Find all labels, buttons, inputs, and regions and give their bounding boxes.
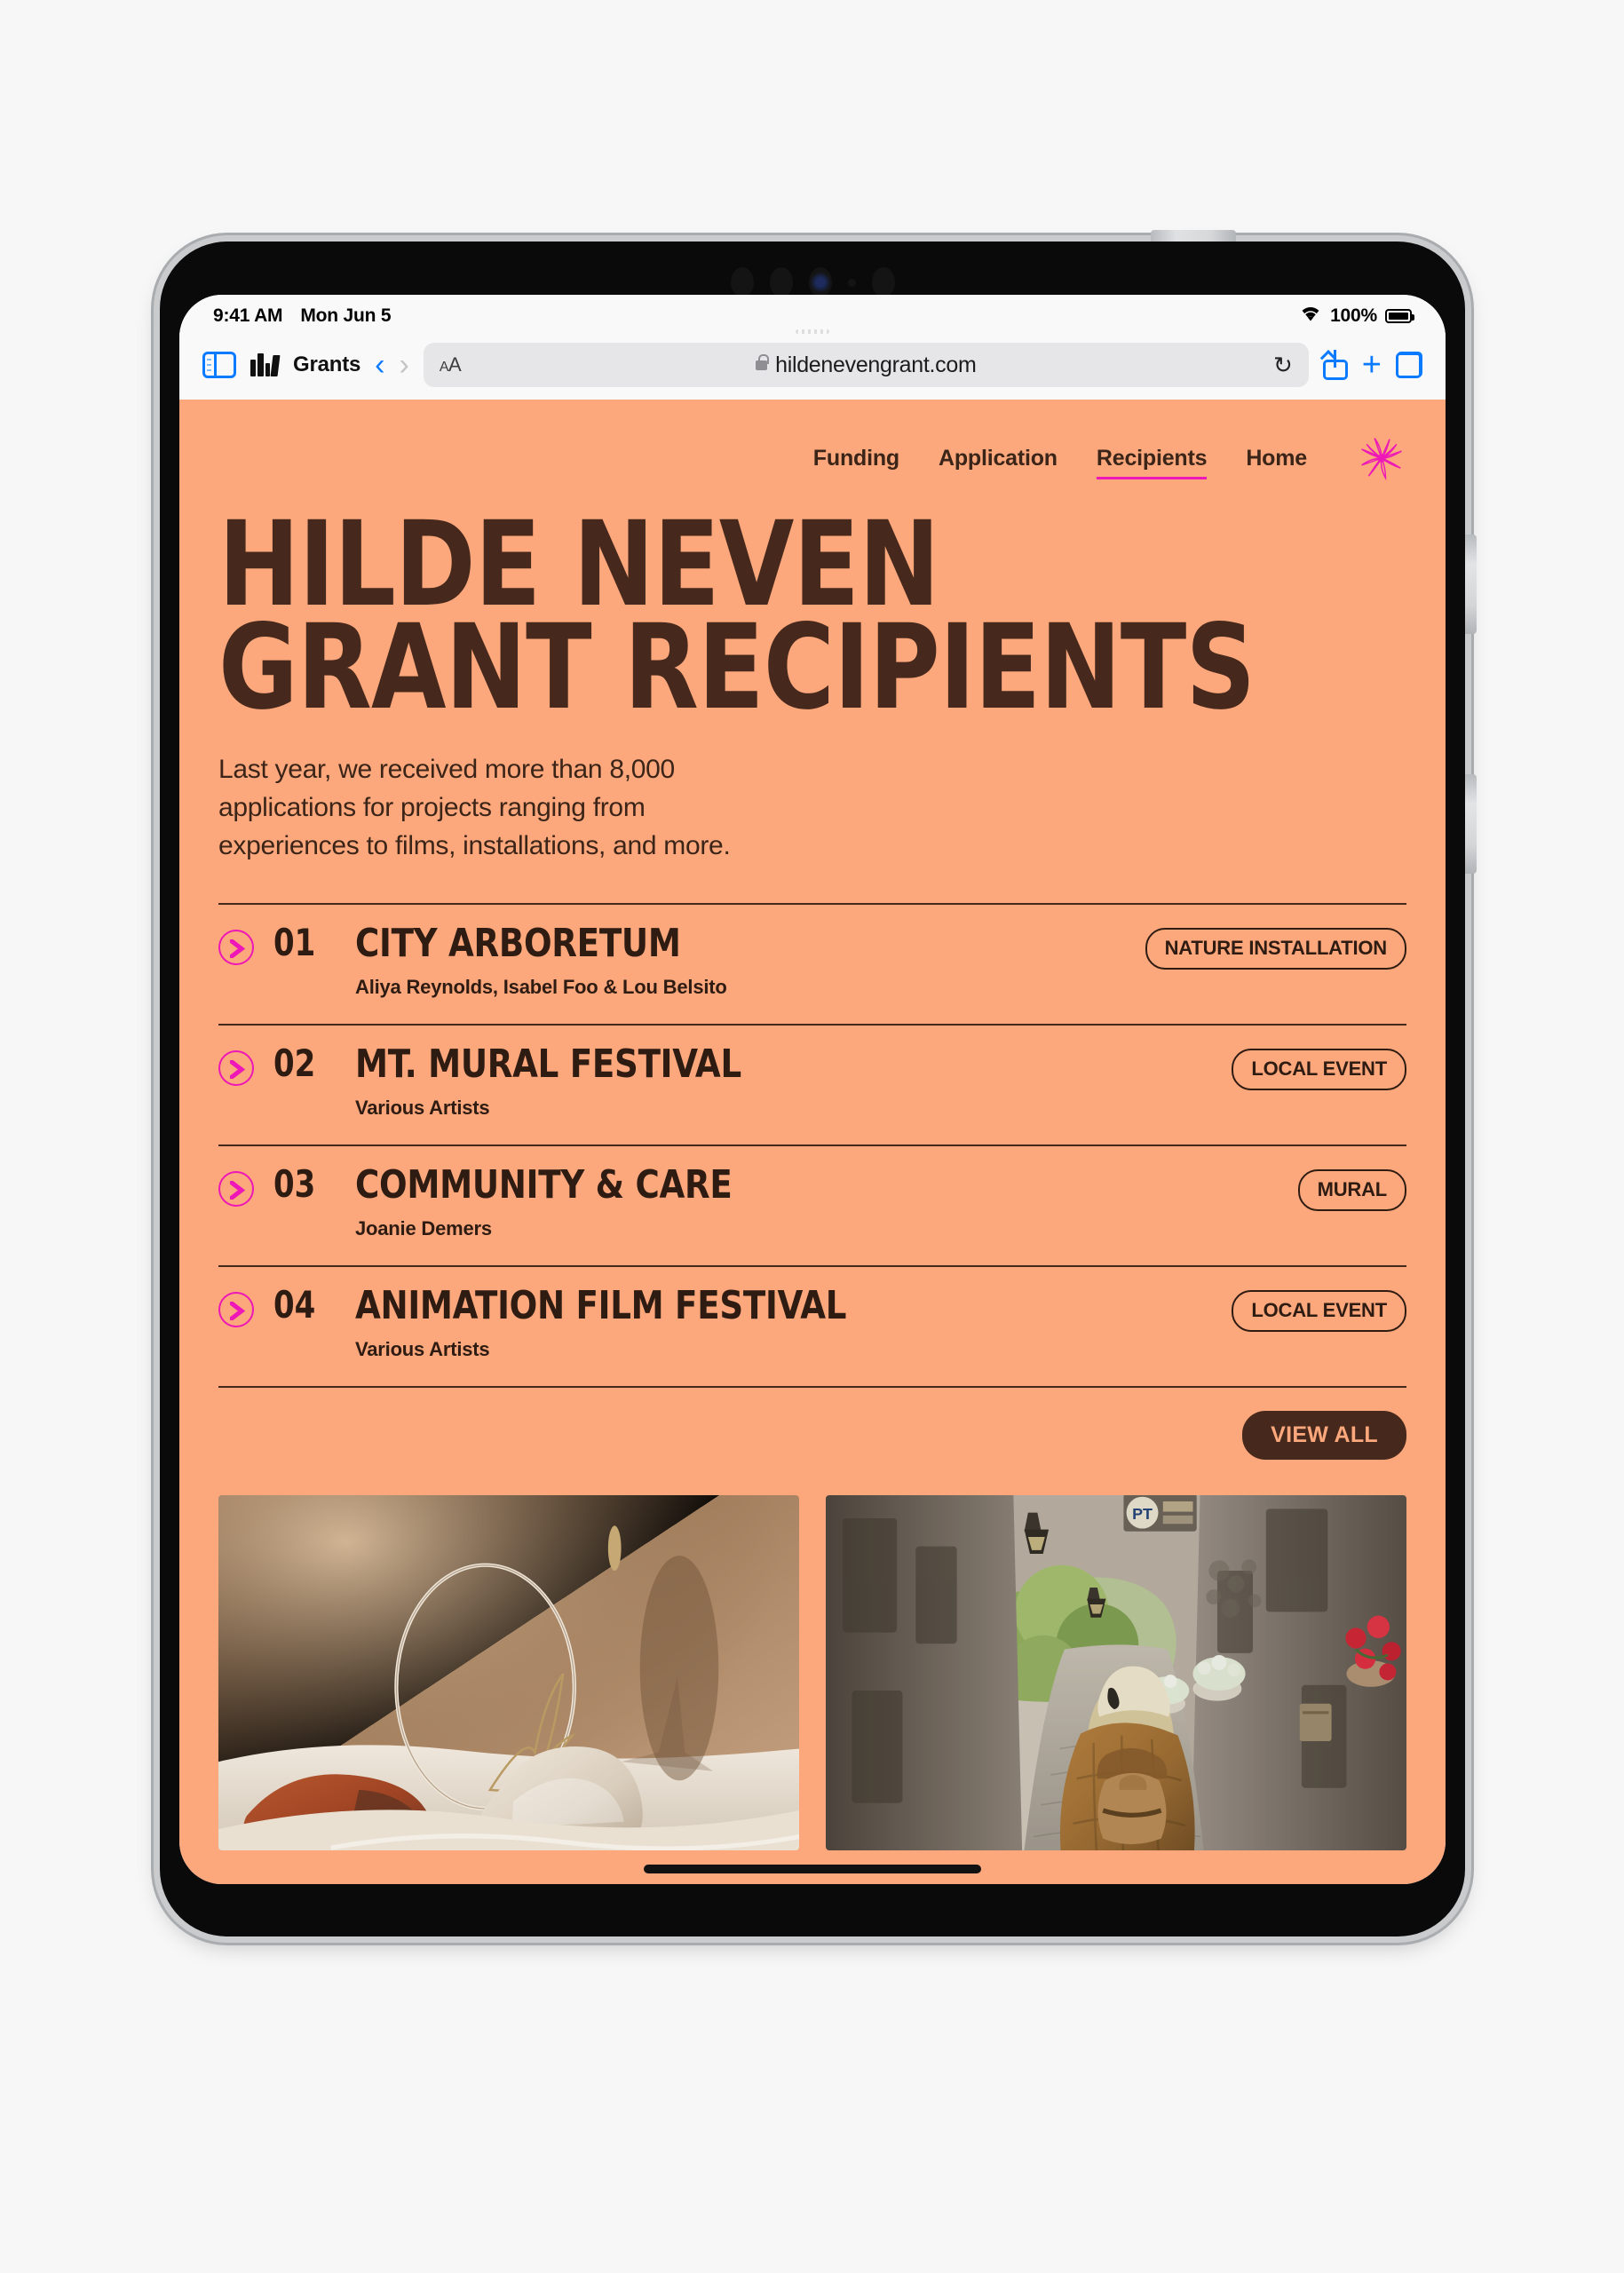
page-lede: Last year, we received more than 8,000 a… (218, 755, 731, 861)
volume-down-button[interactable] (1465, 774, 1477, 874)
text-size-button[interactable]: AA (440, 353, 462, 376)
chevron-right-circle-icon (218, 1291, 254, 1327)
bookmarks-button[interactable] (250, 353, 281, 376)
recipient-row[interactable]: 01 CITY ARBORETUM Aliya Reynolds, Isabel… (218, 902, 1406, 1024)
share-icon (1322, 350, 1348, 380)
home-indicator[interactable] (644, 1865, 981, 1873)
recipient-artists: Various Artists (355, 1096, 490, 1119)
url-text: hildenevengrant.com (775, 352, 977, 377)
battery-percent-label: 100% (1330, 305, 1377, 326)
chevron-right-circle-icon (218, 1049, 254, 1086)
wifi-icon (1299, 305, 1322, 328)
reload-button[interactable]: ↻ (1273, 352, 1293, 379)
site-nav: Funding Application Recipients Home (179, 400, 1446, 492)
status-date: Mon Jun 5 (300, 305, 392, 326)
recipient-artists: Aliya Reynolds, Isabel Foo & Lou Belsito (355, 975, 727, 998)
lock-icon (756, 353, 769, 370)
gallery: PT (218, 1494, 1406, 1850)
web-page: Funding Application Recipients Home HILD… (179, 400, 1446, 1884)
recipient-title: CITY ARBORETUM (355, 920, 681, 966)
recipient-title: ANIMATION FILM FESTIVAL (355, 1282, 847, 1328)
status-bar: 9:41 AM Mon Jun 5 100% (179, 295, 1446, 337)
tabs-overview-icon (1396, 352, 1422, 378)
starburst-flower-icon (1357, 433, 1406, 483)
chevron-right-circle-icon (218, 1170, 254, 1207)
recipient-category-tag: LOCAL EVENT (1232, 1048, 1406, 1090)
recipient-number: 02 (273, 1041, 316, 1085)
recipient-row[interactable]: 04 ANIMATION FILM FESTIVAL Various Artis… (218, 1264, 1406, 1388)
nav-item-home[interactable]: Home (1246, 446, 1307, 471)
recipient-number: 03 (273, 1161, 316, 1206)
woman-walking-stone-alley-photo[interactable]: PT (826, 1494, 1406, 1850)
multitasking-grabber[interactable] (796, 329, 829, 334)
browser-toolbar: Grants ‹ › AA hildenevengrant.com ↻ + (179, 337, 1446, 400)
back-button[interactable]: ‹ (375, 350, 384, 380)
share-button[interactable] (1322, 350, 1348, 380)
status-time: 9:41 AM (213, 305, 283, 326)
books-icon (250, 353, 281, 376)
recipient-row[interactable]: 02 MT. MURAL FESTIVAL Various Artists LO… (218, 1023, 1406, 1144)
sidebar-toggle-button[interactable] (202, 352, 236, 378)
screen: 9:41 AM Mon Jun 5 100% Grants ‹ › AA hil… (179, 295, 1446, 1884)
nav-item-application[interactable]: Application (939, 446, 1058, 471)
tab-title[interactable]: Grants (293, 352, 360, 377)
tabs-overview-button[interactable] (1396, 352, 1422, 378)
nav-item-recipients[interactable]: Recipients (1096, 446, 1208, 479)
address-bar[interactable]: AA hildenevengrant.com ↻ (423, 343, 1309, 387)
still-life-brick-chalk-ring-photo[interactable] (218, 1494, 799, 1850)
recipient-artists: Joanie Demers (355, 1216, 492, 1239)
new-tab-button[interactable]: + (1362, 348, 1382, 382)
recipient-title: MT. MURAL FESTIVAL (355, 1041, 741, 1087)
view-all-button[interactable]: VIEW ALL (1242, 1410, 1406, 1460)
recipient-category-tag: MURAL (1297, 1168, 1406, 1211)
ipad-device: 9:41 AM Mon Jun 5 100% Grants ‹ › AA hil… (154, 230, 1477, 1943)
recipient-row[interactable]: 03 COMMUNITY & CARE Joanie Demers MURAL (218, 1144, 1406, 1265)
battery-icon (1385, 309, 1414, 323)
recipient-title: COMMUNITY & CARE (355, 1161, 733, 1208)
forward-button[interactable]: › (399, 350, 408, 380)
recipient-category-tag: LOCAL EVENT (1232, 1289, 1406, 1332)
page-title: HILDE NEVEN GRANT RECIPIENTS (218, 496, 1256, 737)
sidebar-icon (202, 352, 236, 378)
nav-item-funding[interactable]: Funding (813, 446, 899, 471)
recipient-category-tag: NATURE INSTALLATION (1145, 927, 1406, 970)
recipient-number: 01 (273, 920, 316, 964)
power-button[interactable] (1151, 230, 1236, 242)
recipients-list: 01 CITY ARBORETUM Aliya Reynolds, Isabel… (218, 902, 1406, 1388)
recipient-artists: Various Artists (355, 1337, 490, 1360)
volume-up-button[interactable] (1465, 535, 1477, 634)
chevron-right-circle-icon (218, 929, 254, 965)
recipient-number: 04 (273, 1282, 316, 1327)
